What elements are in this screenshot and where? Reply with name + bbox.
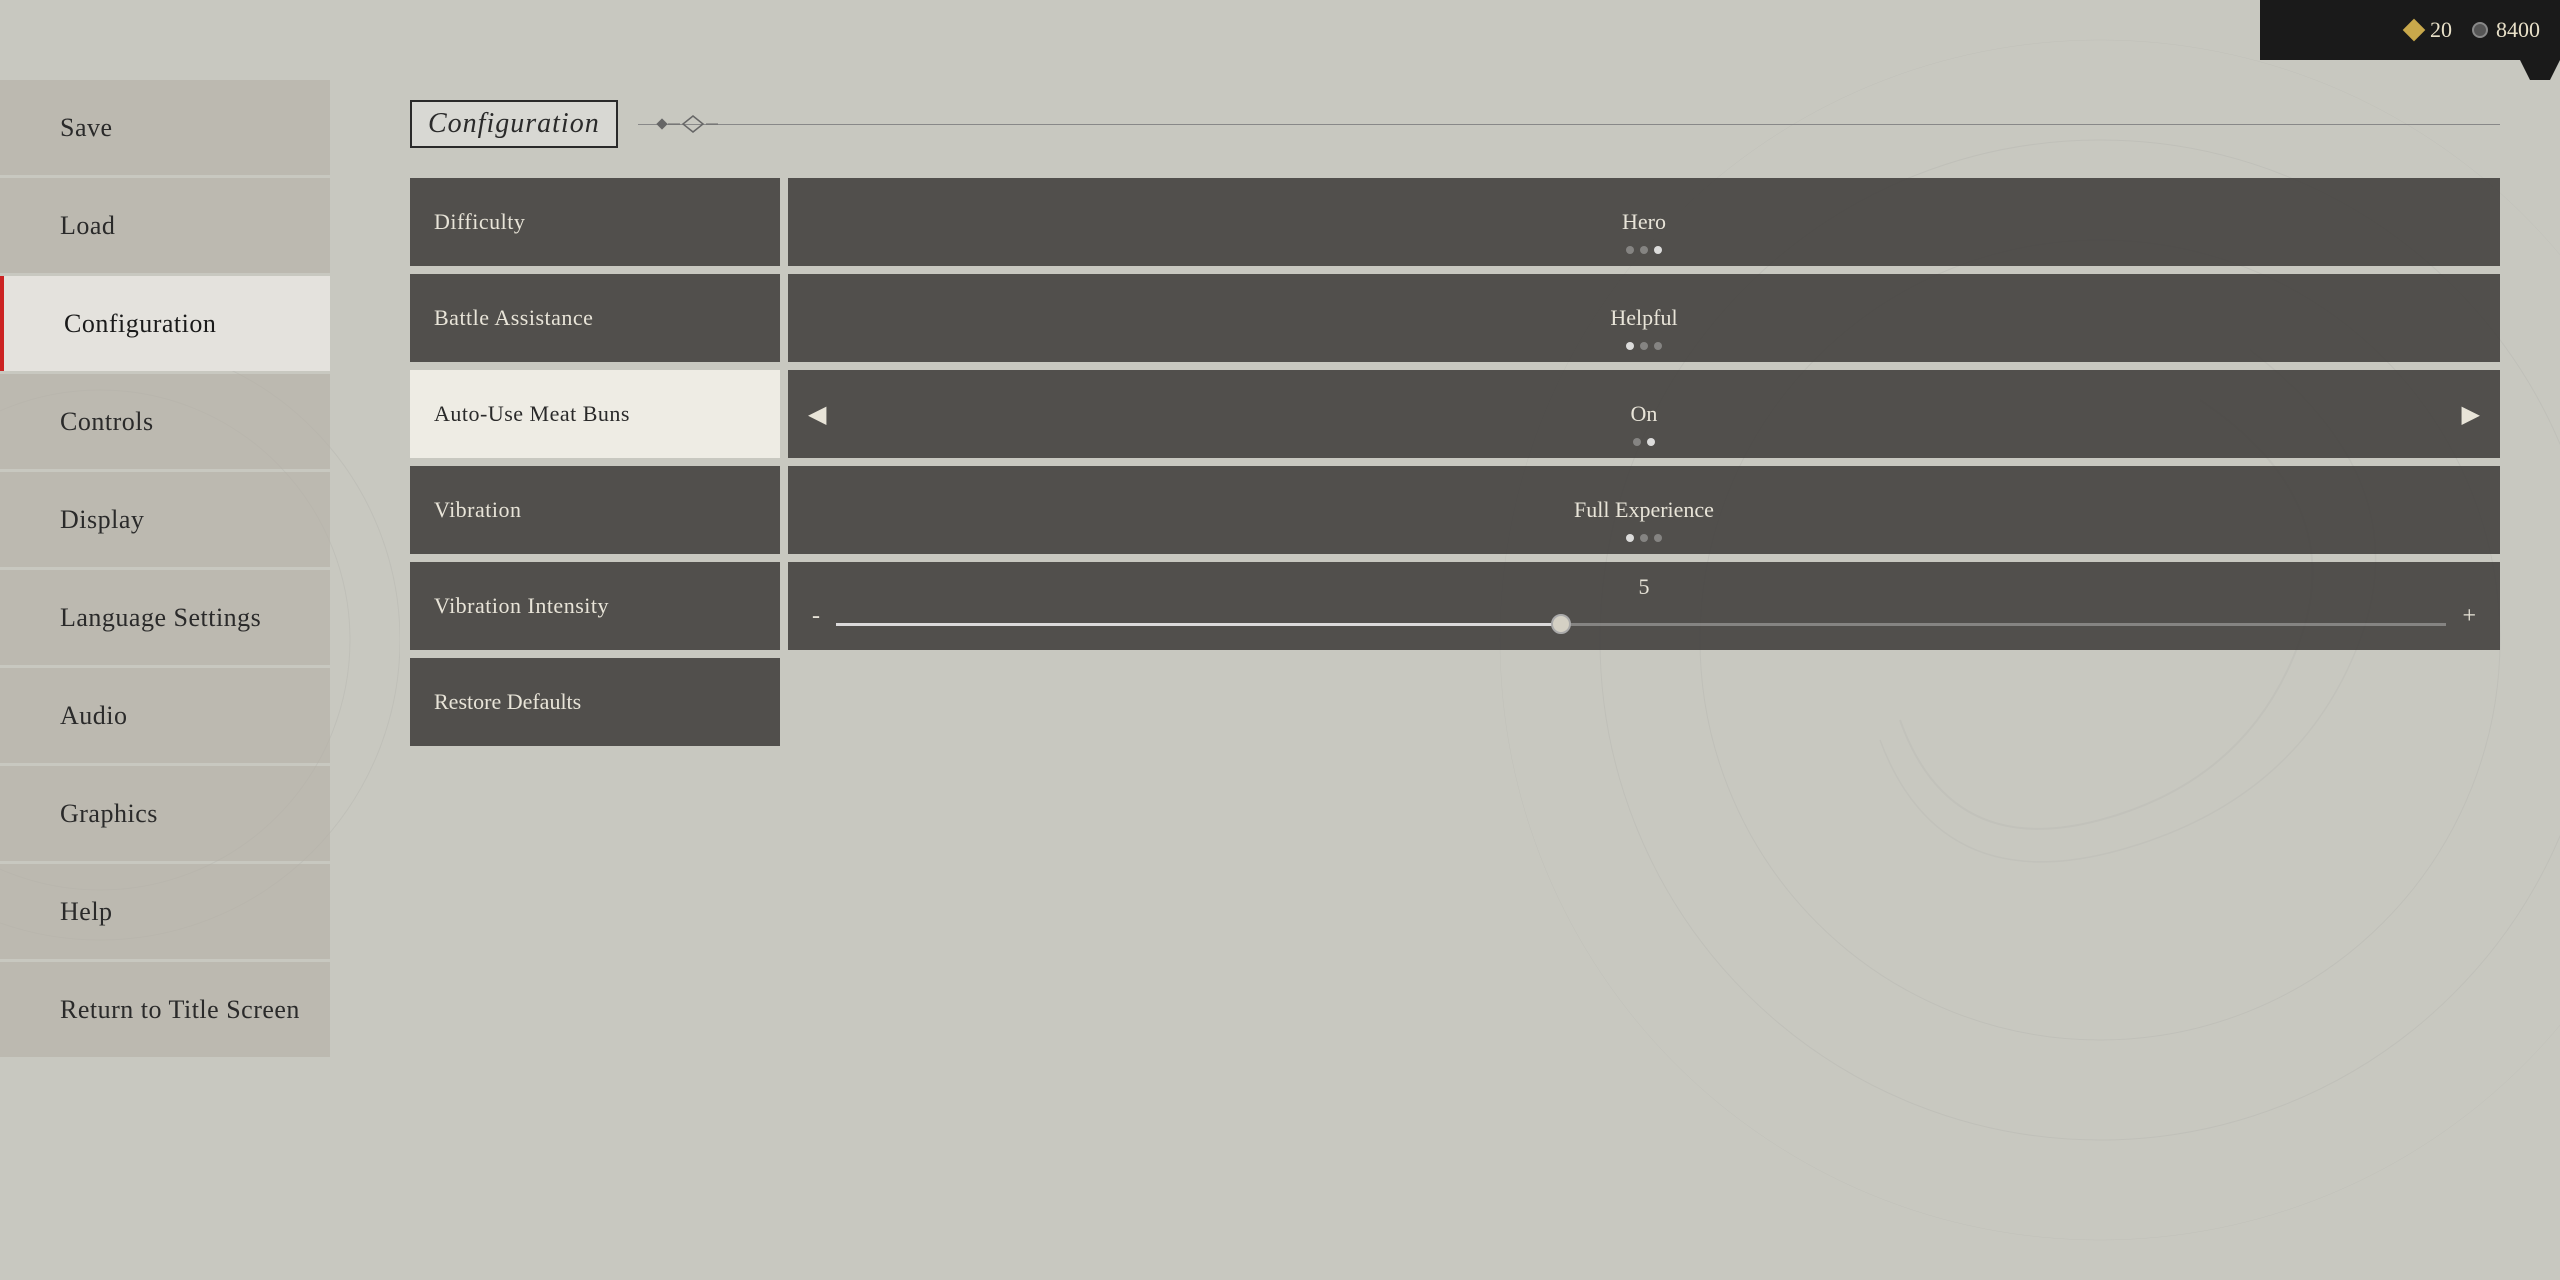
setting-row-restore: Restore Defaults <box>410 658 2500 746</box>
sidebar: Save Load Configuration Controls Display… <box>0 60 330 1280</box>
sidebar-label-configuration: Configuration <box>64 309 216 339</box>
restore-defaults-label: Restore Defaults <box>434 689 581 715</box>
dot-2 <box>1640 342 1648 350</box>
config-header: Configuration <box>410 100 2500 148</box>
arrow-left-icon[interactable]: ◀ <box>808 400 826 429</box>
sidebar-item-controls[interactable]: Controls <box>0 374 330 469</box>
page-title: Configuration <box>410 100 618 148</box>
top-bar: 20 8400 <box>2260 0 2560 60</box>
diamond-value: 20 <box>2430 17 2452 43</box>
sidebar-item-graphics[interactable]: Graphics <box>0 766 330 861</box>
sidebar-label-return-to-title: Return to Title Screen <box>60 995 300 1025</box>
slider-value: 5 <box>1639 574 1650 600</box>
slider-track[interactable] <box>836 623 2446 626</box>
dot-1 <box>1626 534 1634 542</box>
sidebar-item-load[interactable]: Load <box>0 178 330 273</box>
coin-value: 8400 <box>2496 17 2540 43</box>
setting-row-difficulty: Difficulty Hero <box>410 178 2500 266</box>
sidebar-item-display[interactable]: Display <box>0 472 330 567</box>
dot-2 <box>1640 534 1648 542</box>
diamond-icon <box>2403 19 2426 42</box>
slider-fill <box>836 623 1561 626</box>
dot-2 <box>1640 246 1648 254</box>
difficulty-label-cell[interactable]: Difficulty <box>410 178 780 266</box>
slider-increase-button[interactable]: + <box>2462 603 2476 630</box>
vibration-value-cell[interactable]: Full Experience <box>788 466 2500 554</box>
dot-3 <box>1654 342 1662 350</box>
dot-1 <box>1626 342 1634 350</box>
vibration-label: Vibration <box>434 497 522 523</box>
setting-row-battle-assistance: Battle Assistance Helpful <box>410 274 2500 362</box>
dot-1 <box>1633 438 1641 446</box>
sidebar-label-audio: Audio <box>60 701 128 731</box>
header-divider <box>638 124 2500 125</box>
sidebar-label-help: Help <box>60 897 113 927</box>
main-content: Configuration Difficulty Hero <box>350 60 2560 1280</box>
sidebar-item-save[interactable]: Save <box>0 80 330 175</box>
vibration-intensity-label: Vibration Intensity <box>434 593 609 619</box>
slider-thumb[interactable] <box>1551 614 1571 634</box>
battle-assistance-label: Battle Assistance <box>434 305 593 331</box>
vibration-label-cell[interactable]: Vibration <box>410 466 780 554</box>
dot-3 <box>1654 246 1662 254</box>
sidebar-label-language-settings: Language Settings <box>60 603 261 633</box>
vibration-intensity-control: 5 - + <box>788 562 2500 650</box>
dot-3 <box>1654 534 1662 542</box>
auto-use-meat-buns-label: Auto-Use Meat Buns <box>434 401 630 427</box>
sidebar-item-return-to-title[interactable]: Return to Title Screen <box>0 962 330 1057</box>
battle-assistance-dots <box>1626 342 1662 350</box>
vibration-intensity-label-cell[interactable]: Vibration Intensity <box>410 562 780 650</box>
difficulty-value-cell[interactable]: Hero <box>788 178 2500 266</box>
vibration-dots <box>1626 534 1662 542</box>
sidebar-label-load: Load <box>60 211 115 241</box>
difficulty-value: Hero <box>1622 209 1666 235</box>
sidebar-label-controls: Controls <box>60 407 154 437</box>
battle-assistance-value-cell[interactable]: Helpful <box>788 274 2500 362</box>
currency-coins: 8400 <box>2472 17 2540 43</box>
sidebar-item-help[interactable]: Help <box>0 864 330 959</box>
auto-use-meat-buns-label-cell[interactable]: Auto-Use Meat Buns <box>410 370 780 458</box>
setting-row-vibration-intensity: Vibration Intensity 5 - + <box>410 562 2500 650</box>
auto-use-meat-buns-dots <box>1633 438 1655 446</box>
difficulty-label: Difficulty <box>434 209 525 235</box>
auto-use-meat-buns-value-cell[interactable]: ◀ On ▶ <box>788 370 2500 458</box>
arrow-right-icon[interactable]: ▶ <box>2462 400 2480 429</box>
difficulty-dots <box>1626 246 1662 254</box>
auto-use-meat-buns-value: On <box>1631 401 1658 427</box>
setting-row-auto-use-meat-buns: Auto-Use Meat Buns ◀ On ▶ <box>410 370 2500 458</box>
sidebar-item-configuration[interactable]: Configuration <box>0 276 330 371</box>
setting-row-vibration: Vibration Full Experience <box>410 466 2500 554</box>
sidebar-item-audio[interactable]: Audio <box>0 668 330 763</box>
restore-defaults-button[interactable]: Restore Defaults <box>410 658 780 746</box>
coin-icon <box>2472 22 2488 38</box>
sidebar-label-graphics: Graphics <box>60 799 158 829</box>
settings-container: Difficulty Hero Battle Assistance Helpfu… <box>410 178 2500 746</box>
battle-assistance-value: Helpful <box>1610 305 1677 331</box>
dot-2 <box>1647 438 1655 446</box>
sidebar-label-display: Display <box>60 505 144 535</box>
dot-1 <box>1626 246 1634 254</box>
sidebar-item-language-settings[interactable]: Language Settings <box>0 570 330 665</box>
currency-diamonds: 20 <box>2406 17 2452 43</box>
slider-decrease-button[interactable]: - <box>812 603 820 630</box>
sidebar-label-save: Save <box>60 113 113 143</box>
vibration-value: Full Experience <box>1574 497 1714 523</box>
battle-assistance-label-cell[interactable]: Battle Assistance <box>410 274 780 362</box>
